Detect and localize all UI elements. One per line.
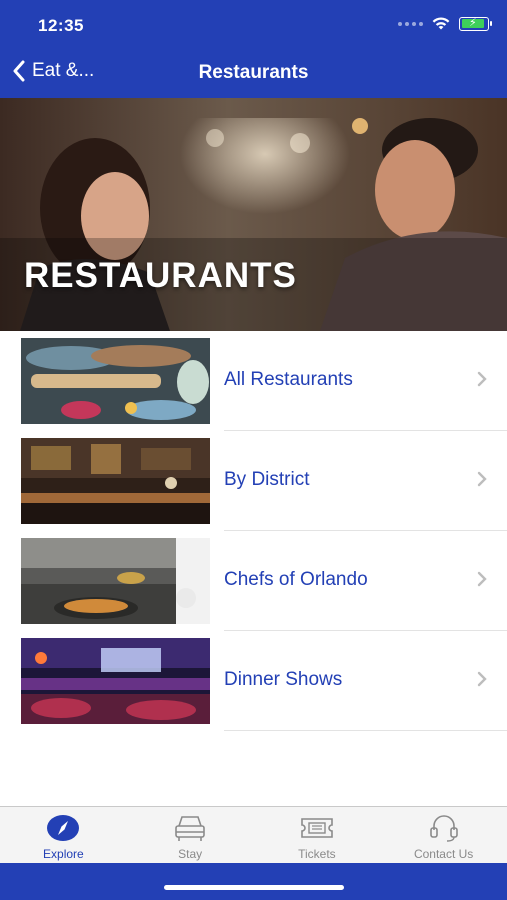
hero-photo — [0, 98, 507, 331]
show-thumbnail — [21, 638, 210, 724]
kitchen-thumbnail — [21, 538, 210, 624]
home-bar — [0, 863, 507, 900]
cellular-signal-icon — [398, 21, 423, 26]
food-thumbnail — [21, 338, 210, 424]
ticket-icon — [301, 818, 333, 838]
battery-icon: ⚡ — [459, 16, 492, 31]
tab-stay[interactable]: Stay — [127, 807, 254, 863]
chevron-right-icon — [477, 571, 487, 587]
list-item-chefs-of-orlando[interactable]: Chefs of Orlando — [0, 531, 507, 631]
headset-icon — [429, 815, 458, 842]
list-item-label: Chefs of Orlando — [224, 569, 368, 590]
status-bar: 12:35 ⚡ — [0, 0, 507, 50]
page-title: Restaurants — [198, 62, 309, 83]
tab-explore[interactable]: Explore — [0, 807, 127, 863]
restaurant-category-list: All Restaurants By District Chefs of Orl… — [0, 331, 507, 731]
tab-label: Tickets — [298, 847, 336, 861]
tab-label: Explore — [43, 847, 84, 861]
status-icons: ⚡ — [398, 16, 492, 31]
chevron-right-icon — [477, 471, 487, 487]
wifi-icon — [432, 17, 450, 30]
chevron-right-icon — [477, 371, 487, 387]
bar-thumbnail — [21, 438, 210, 524]
tab-label: Contact Us — [413, 847, 474, 861]
bed-icon — [175, 816, 205, 841]
list-item-label: By District — [224, 469, 310, 490]
list-item-by-district[interactable]: By District — [0, 431, 507, 531]
list-item-all-restaurants[interactable]: All Restaurants — [0, 331, 507, 431]
chevron-right-icon — [477, 671, 487, 687]
hero-title: RESTAURANTS — [24, 256, 297, 295]
tab-bar: Explore Stay Tickets Contact Us — [0, 806, 507, 863]
compass-icon — [47, 815, 80, 841]
tab-tickets[interactable]: Tickets — [254, 807, 381, 863]
hero-banner: RESTAURANTS — [0, 98, 507, 331]
tab-contact-us[interactable]: Contact Us — [380, 807, 507, 863]
list-item-dinner-shows[interactable]: Dinner Shows — [0, 631, 507, 731]
list-item-label: Dinner Shows — [224, 669, 343, 690]
list-item-label: All Restaurants — [224, 369, 353, 390]
tab-label: Stay — [178, 847, 203, 861]
divider — [224, 730, 507, 731]
top-bar: 12:35 ⚡ Eat &... Restaurants — [0, 0, 507, 98]
status-time: 12:35 — [38, 16, 84, 35]
home-indicator[interactable] — [164, 885, 344, 890]
navigation-bar: Eat &... Restaurants — [0, 52, 507, 96]
